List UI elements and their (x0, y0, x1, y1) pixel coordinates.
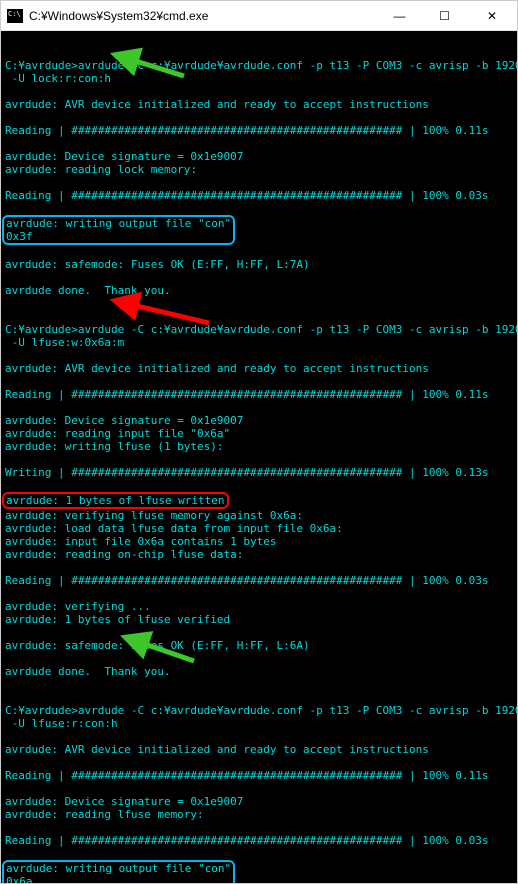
terminal-line: avrdude: load data lfuse data from input… (5, 522, 513, 535)
terminal-line: C:¥avrdude>avrdude -C c:¥avrdude¥avrdude… (5, 323, 513, 336)
terminal-line (5, 847, 513, 860)
terminal-line: Reading | ##############################… (5, 769, 513, 782)
cmd-window: C:¥Windows¥System32¥cmd.exe — ☐ ✕ C:¥avr… (0, 0, 518, 884)
terminal-line (5, 349, 513, 362)
terminal-line (5, 652, 513, 665)
terminal-line: C:¥avrdude>avrdude -C c:¥avrdude¥avrdude… (5, 704, 513, 717)
terminal-line: avrdude: 1 bytes of lfuse verified (5, 613, 513, 626)
cmd-icon (7, 9, 23, 23)
terminal-line: avrdude: writing output file "con" 0x3f (5, 215, 513, 245)
terminal-line: avrdude: AVR device initialized and read… (5, 362, 513, 375)
terminal-line (5, 202, 513, 215)
terminal-line (5, 111, 513, 124)
terminal-line: avrdude: reading input file "0x6a" (5, 427, 513, 440)
terminal-line: avrdude: Device signature = 0x1e9007 (5, 414, 513, 427)
terminal-line (5, 453, 513, 466)
terminal-text: avrdude: writing output file "con" (6, 217, 231, 230)
terminal-line (5, 46, 513, 59)
highlight-box-red: avrdude: 1 bytes of lfuse written (2, 492, 229, 509)
minimize-button[interactable]: — (377, 1, 422, 30)
terminal-line: avrdude: reading lock memory: (5, 163, 513, 176)
terminal-line (5, 401, 513, 414)
terminal-text: 0x3f (6, 230, 33, 243)
terminal-line: avrdude: writing lfuse (1 bytes): (5, 440, 513, 453)
terminal-line: avrdude: verifying ... (5, 600, 513, 613)
terminal-line: Reading | ##############################… (5, 189, 513, 202)
terminal-line: avrdude done. Thank you. (5, 284, 513, 297)
terminal-line (5, 176, 513, 189)
maximize-button[interactable]: ☐ (422, 1, 467, 30)
terminal-line: avrdude done. Thank you. (5, 665, 513, 678)
terminal-line: avrdude: writing output file "con" 0x6a (5, 860, 513, 883)
terminal-text: avrdude: writing output file "con" (6, 862, 231, 875)
terminal-area[interactable]: C:¥avrdude>avrdude -C c:¥avrdude¥avrdude… (1, 31, 517, 883)
terminal-line: avrdude: input file 0x6a contains 1 byte… (5, 535, 513, 548)
terminal-line: Reading | ##############################… (5, 834, 513, 847)
terminal-line: Reading | ##############################… (5, 124, 513, 137)
terminal-line: avrdude: AVR device initialized and read… (5, 743, 513, 756)
terminal-text: 0x6a (6, 875, 33, 883)
terminal-line: -U lock:r:con:h (5, 72, 513, 85)
terminal-line: avrdude: Device signature = 0x1e9007 (5, 795, 513, 808)
terminal-line: avrdude: 1 bytes of lfuse written (5, 492, 513, 509)
highlight-box-blue: avrdude: writing output file "con" 0x6a (2, 860, 235, 883)
terminal-line (5, 587, 513, 600)
close-button[interactable]: ✕ (467, 1, 517, 30)
terminal-line (5, 375, 513, 388)
window-controls: — ☐ ✕ (377, 1, 517, 30)
terminal-line: Reading | ##############################… (5, 388, 513, 401)
terminal-line: avrdude: safemode: Fuses OK (E:FF, H:FF,… (5, 258, 513, 271)
terminal-line: -U lfuse:w:0x6a:m (5, 336, 513, 349)
terminal-line (5, 85, 513, 98)
terminal-line (5, 821, 513, 834)
terminal-line (5, 730, 513, 743)
terminal-line: Reading | ##############################… (5, 574, 513, 587)
highlight-box-blue: avrdude: writing output file "con" 0x3f (2, 215, 235, 245)
terminal-line: -U lfuse:r:con:h (5, 717, 513, 730)
terminal-line (5, 626, 513, 639)
terminal-text: avrdude: 1 bytes of lfuse written (6, 494, 225, 507)
terminal-line: avrdude: reading lfuse memory: (5, 808, 513, 821)
terminal-line (5, 245, 513, 258)
terminal-line: C:¥avrdude>avrdude -C c:¥avrdude¥avrdude… (5, 59, 513, 72)
terminal-line (5, 137, 513, 150)
terminal-line: avrdude: reading on-chip lfuse data: (5, 548, 513, 561)
terminal-line: avrdude: AVR device initialized and read… (5, 98, 513, 111)
terminal-line (5, 561, 513, 574)
terminal-line (5, 678, 513, 704)
terminal-line (5, 479, 513, 492)
terminal-line: avrdude: safemode: Fuses OK (E:FF, H:FF,… (5, 639, 513, 652)
window-title: C:¥Windows¥System32¥cmd.exe (29, 9, 377, 23)
terminal-line: Writing | ##############################… (5, 466, 513, 479)
terminal-line (5, 756, 513, 769)
titlebar[interactable]: C:¥Windows¥System32¥cmd.exe — ☐ ✕ (1, 1, 517, 31)
terminal-line (5, 782, 513, 795)
terminal-line: avrdude: verifying lfuse memory against … (5, 509, 513, 522)
terminal-line (5, 297, 513, 323)
terminal-line (5, 271, 513, 284)
terminal-line: avrdude: Device signature = 0x1e9007 (5, 150, 513, 163)
